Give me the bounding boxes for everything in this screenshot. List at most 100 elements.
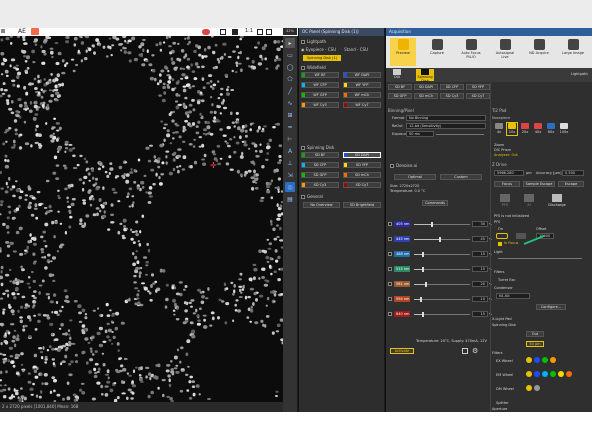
sd-brightfield-button[interactable]: SD Brightfield	[343, 202, 381, 208]
laser-checkbox[interactable]	[388, 267, 392, 271]
filter-button[interactable]: SD BF	[301, 152, 339, 158]
ratio-button[interactable]: 1:1	[245, 28, 253, 34]
filter-button[interactable]: WF DAPI	[343, 72, 381, 78]
general-section[interactable]: General	[301, 193, 382, 200]
laser-power-slider[interactable]	[414, 267, 470, 272]
image-viewer[interactable]: ✛	[0, 36, 283, 402]
filter-button[interactable]: SD CFP	[301, 162, 339, 168]
filter-button[interactable]: SD Cy3	[301, 182, 339, 188]
ribbon-button[interactable]: Capture	[424, 38, 450, 66]
laser-slider-thumb[interactable]	[425, 282, 428, 287]
laser-checkbox[interactable]	[388, 252, 392, 256]
objective-button[interactable]: 60x	[546, 123, 556, 135]
ai-icon-button[interactable]: AI	[518, 194, 540, 207]
exposure-input[interactable]: 50 ms	[406, 131, 434, 137]
wheel-pos-icon[interactable]	[526, 357, 532, 363]
stage-tool-icon[interactable]: ◎	[285, 182, 295, 192]
acq-filter-button[interactable]: SD Cy7	[466, 93, 490, 99]
grid-icon[interactable]	[232, 29, 238, 35]
lightpath-section[interactable]: Lightpath	[301, 38, 382, 45]
zoom-in-icon[interactable]	[257, 29, 263, 35]
laser-power-value[interactable]: 10	[472, 296, 488, 302]
menu-icon[interactable]	[1, 29, 5, 33]
ribbon-button[interactable]: Autosignal Live	[492, 38, 518, 66]
ribbon-button[interactable]: Preview	[390, 38, 416, 66]
laser-power-value[interactable]: 15	[472, 311, 488, 317]
ribbon-button[interactable]: Large Image	[560, 38, 586, 66]
commands-button[interactable]: Commands	[422, 200, 448, 206]
laser-slider-thumb[interactable]	[422, 252, 425, 257]
laser-power-value[interactable]: 30	[472, 221, 488, 227]
laser-power-slider[interactable]	[414, 312, 470, 317]
laser-power-slider[interactable]	[414, 237, 470, 242]
rect-tool-icon[interactable]: ▭	[285, 50, 295, 60]
dm-wheel-selector[interactable]	[526, 385, 586, 393]
acq-filter-button[interactable]: SD YFP	[466, 84, 490, 90]
pfs-icon-button[interactable]: PFS	[494, 194, 516, 207]
laser-slider-thumb[interactable]	[439, 237, 442, 242]
filter-button[interactable]: WF mCh	[343, 92, 381, 98]
zoom-dropdown[interactable]: 42%	[283, 28, 297, 35]
pointer-tool-icon[interactable]: ▸	[285, 38, 295, 48]
exposure-slider[interactable]	[436, 134, 484, 135]
scale-tool-icon[interactable]: ⊥	[285, 158, 295, 168]
objective-button[interactable]: 20x	[520, 123, 530, 135]
tab-dia[interactable]: DIA	[390, 69, 404, 81]
denoise-checkbox[interactable]	[390, 164, 394, 168]
laser-power-slider[interactable]	[414, 222, 470, 227]
z-position-input[interactable]: 5966.280	[494, 170, 524, 176]
escape-button[interactable]: Escape	[558, 181, 584, 187]
custom-button[interactable]: Custom	[440, 174, 482, 180]
wheel-pos-icon[interactable]	[526, 371, 532, 377]
sd-pinhole-button[interactable]: 50 µm	[526, 341, 544, 347]
filter-button[interactable]: WF GFP	[301, 92, 339, 98]
objective-button[interactable]: 10x	[506, 122, 518, 136]
text-tool-icon[interactable]: A	[285, 146, 295, 156]
filter-button[interactable]: SD YFP	[343, 162, 381, 168]
laser-checkbox[interactable]	[388, 297, 392, 301]
laser-power-slider[interactable]	[414, 282, 470, 287]
filter-button[interactable]: WF BF	[301, 72, 339, 78]
widefield-section[interactable]: Widefield	[301, 64, 382, 71]
wheel-pos-icon[interactable]	[534, 357, 540, 363]
laser-checkbox[interactable]	[388, 237, 392, 241]
objective-button[interactable]: 4x	[494, 123, 504, 135]
acq-filter-button[interactable]: SD Cy3	[440, 93, 464, 99]
laser-slider-thumb[interactable]	[422, 312, 425, 317]
focus-button[interactable]: Focus	[494, 181, 520, 187]
objective-button[interactable]: 100x	[559, 123, 569, 135]
measure-tool-icon[interactable]: ⊞	[285, 110, 295, 120]
zstack-tool-icon[interactable]: ▤	[285, 194, 295, 204]
laser-slider-thumb[interactable]	[419, 297, 422, 302]
laser-power-slider[interactable]	[414, 252, 470, 257]
lightpath-link[interactable]: Lightpath	[571, 72, 588, 76]
configure-button[interactable]: Configure...	[536, 304, 566, 310]
ex-wheel-selector[interactable]	[526, 357, 586, 365]
acq-filter-button[interactable]: SD GFP	[388, 93, 412, 99]
acq-filter-button[interactable]: SD mCh	[414, 93, 438, 99]
no-overview-button[interactable]: No Overview	[303, 202, 340, 208]
laser-power-value[interactable]: 20	[472, 281, 488, 287]
filter-button[interactable]: WF Cy7	[343, 102, 381, 108]
filter-button[interactable]: WF YFP	[343, 82, 381, 88]
acq-filter-button[interactable]: SD CFP	[440, 84, 464, 90]
wheel-pos-icon[interactable]	[526, 385, 532, 391]
wheel-pos-icon[interactable]	[534, 371, 540, 377]
format-select[interactable]: No Binning	[406, 115, 486, 121]
accuracy-select[interactable]: 0.500	[562, 170, 584, 176]
condenser-select[interactable]: N1-Kit	[496, 293, 530, 299]
pfs-on-toggle[interactable]	[496, 233, 508, 239]
optimal-button[interactable]: Optimal	[394, 174, 436, 180]
laser-power-value[interactable]: 15	[472, 251, 488, 257]
em-wheel-selector[interactable]	[526, 371, 586, 379]
acq-filter-button[interactable]: SD DAPI	[414, 84, 438, 90]
settings-icon[interactable]: ⚙	[472, 347, 478, 355]
sd-section[interactable]: Spinning Disk	[301, 144, 382, 151]
eyepiece-option[interactable]: ◉ Eyepiece - CSU Stand - CSU	[301, 46, 382, 53]
roi-icon[interactable]	[31, 28, 39, 35]
spinning-disk-button[interactable]: Spinning Disk (1)	[303, 55, 341, 61]
light-slider[interactable]	[498, 258, 582, 259]
laser-power-value[interactable]: 45	[472, 236, 488, 242]
lightpath-checkbox[interactable]	[301, 40, 305, 44]
filter-button[interactable]: SD mCh	[343, 172, 381, 178]
